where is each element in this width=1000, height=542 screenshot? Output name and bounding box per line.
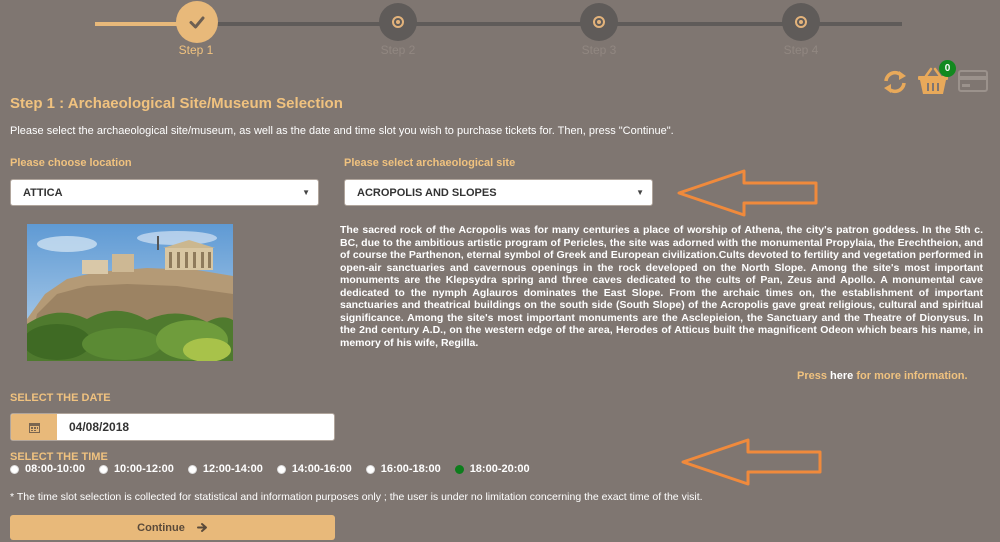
continue-label: Continue — [137, 521, 185, 534]
more-info-link[interactable]: here — [830, 370, 853, 382]
time-slot-option[interactable]: 08:00-10:00 — [10, 463, 85, 475]
time-slot-label: 10:00-12:00 — [113, 463, 174, 475]
date-field[interactable]: 04/08/2018 — [10, 413, 335, 441]
step-4-label: Step 4 — [783, 43, 819, 57]
time-slot-option[interactable]: 12:00-14:00 — [187, 463, 263, 475]
step-1-indicator[interactable] — [176, 1, 218, 43]
time-slot-option[interactable]: 16:00-18:00 — [365, 463, 441, 475]
time-slot-label: 08:00-10:00 — [25, 463, 85, 475]
calendar-icon — [28, 422, 40, 433]
arrow-right-icon — [196, 523, 207, 532]
page-title: Step 1 : Archaeological Site/Museum Sele… — [10, 95, 343, 112]
step-2-label: Step 2 — [380, 43, 416, 57]
date-label: SELECT THE DATE — [10, 392, 111, 404]
radio-button[interactable] — [276, 464, 286, 474]
step-2-indicator — [379, 3, 417, 41]
time-slot-label: 14:00-16:00 — [291, 463, 352, 475]
step-1-label: Step 1 — [178, 43, 214, 57]
chevron-down-icon: ▼ — [302, 188, 310, 197]
location-select[interactable]: ATTICA ▼ — [10, 179, 319, 206]
checkmark-icon — [189, 16, 205, 29]
dot-circle-icon — [795, 16, 807, 28]
more-info-line: Press here for more information. — [797, 370, 968, 382]
chevron-down-icon: ▼ — [636, 188, 644, 197]
time-slot-option-selected[interactable]: 18:00-20:00 — [454, 463, 530, 475]
dot-circle-icon — [593, 16, 605, 28]
location-label: Please choose location — [10, 157, 132, 169]
location-select-value: ATTICA — [23, 186, 63, 199]
refresh-icon[interactable] — [882, 69, 908, 95]
instructions-text: Please select the archaeological site/mu… — [10, 125, 674, 137]
radio-button[interactable] — [365, 464, 375, 474]
step-3-indicator — [580, 3, 618, 41]
time-slot-label: 16:00-18:00 — [380, 463, 441, 475]
step-3-label: Step 3 — [581, 43, 617, 57]
credit-card-icon[interactable] — [958, 70, 988, 92]
calendar-button[interactable] — [11, 414, 57, 440]
annotation-arrow-time — [681, 438, 822, 486]
annotation-arrow-site — [677, 169, 818, 217]
dot-circle-icon — [392, 16, 404, 28]
date-value: 04/08/2018 — [69, 420, 130, 434]
radio-button[interactable] — [98, 464, 108, 474]
more-info-prefix: Press — [797, 370, 827, 382]
site-photo — [27, 224, 233, 361]
time-slot-label: 18:00-20:00 — [469, 463, 530, 475]
site-label: Please select archaeological site — [344, 157, 516, 169]
site-select[interactable]: ACROPOLIS AND SLOPES ▼ — [344, 179, 653, 206]
site-select-value: ACROPOLIS AND SLOPES — [357, 186, 497, 199]
step-4-indicator — [782, 3, 820, 41]
time-slot-label: 12:00-14:00 — [202, 463, 263, 475]
time-slot-option[interactable]: 14:00-16:00 — [276, 463, 352, 475]
radio-button-checked[interactable] — [454, 464, 464, 474]
time-label: SELECT THE TIME — [10, 451, 108, 463]
cart-count-badge: 0 — [939, 60, 956, 77]
more-info-suffix: for more information. — [856, 370, 968, 382]
time-slot-note: * The time slot selection is collected f… — [10, 491, 703, 503]
time-slot-group: 08:00-10:00 10:00-12:00 12:00-14:00 14:0… — [10, 463, 544, 475]
radio-button[interactable] — [10, 464, 19, 474]
site-description: The sacred rock of the Acropolis was for… — [340, 224, 983, 349]
time-slot-option[interactable]: 10:00-12:00 — [98, 463, 174, 475]
continue-button[interactable]: Continue — [10, 515, 335, 540]
radio-button[interactable] — [187, 464, 197, 474]
